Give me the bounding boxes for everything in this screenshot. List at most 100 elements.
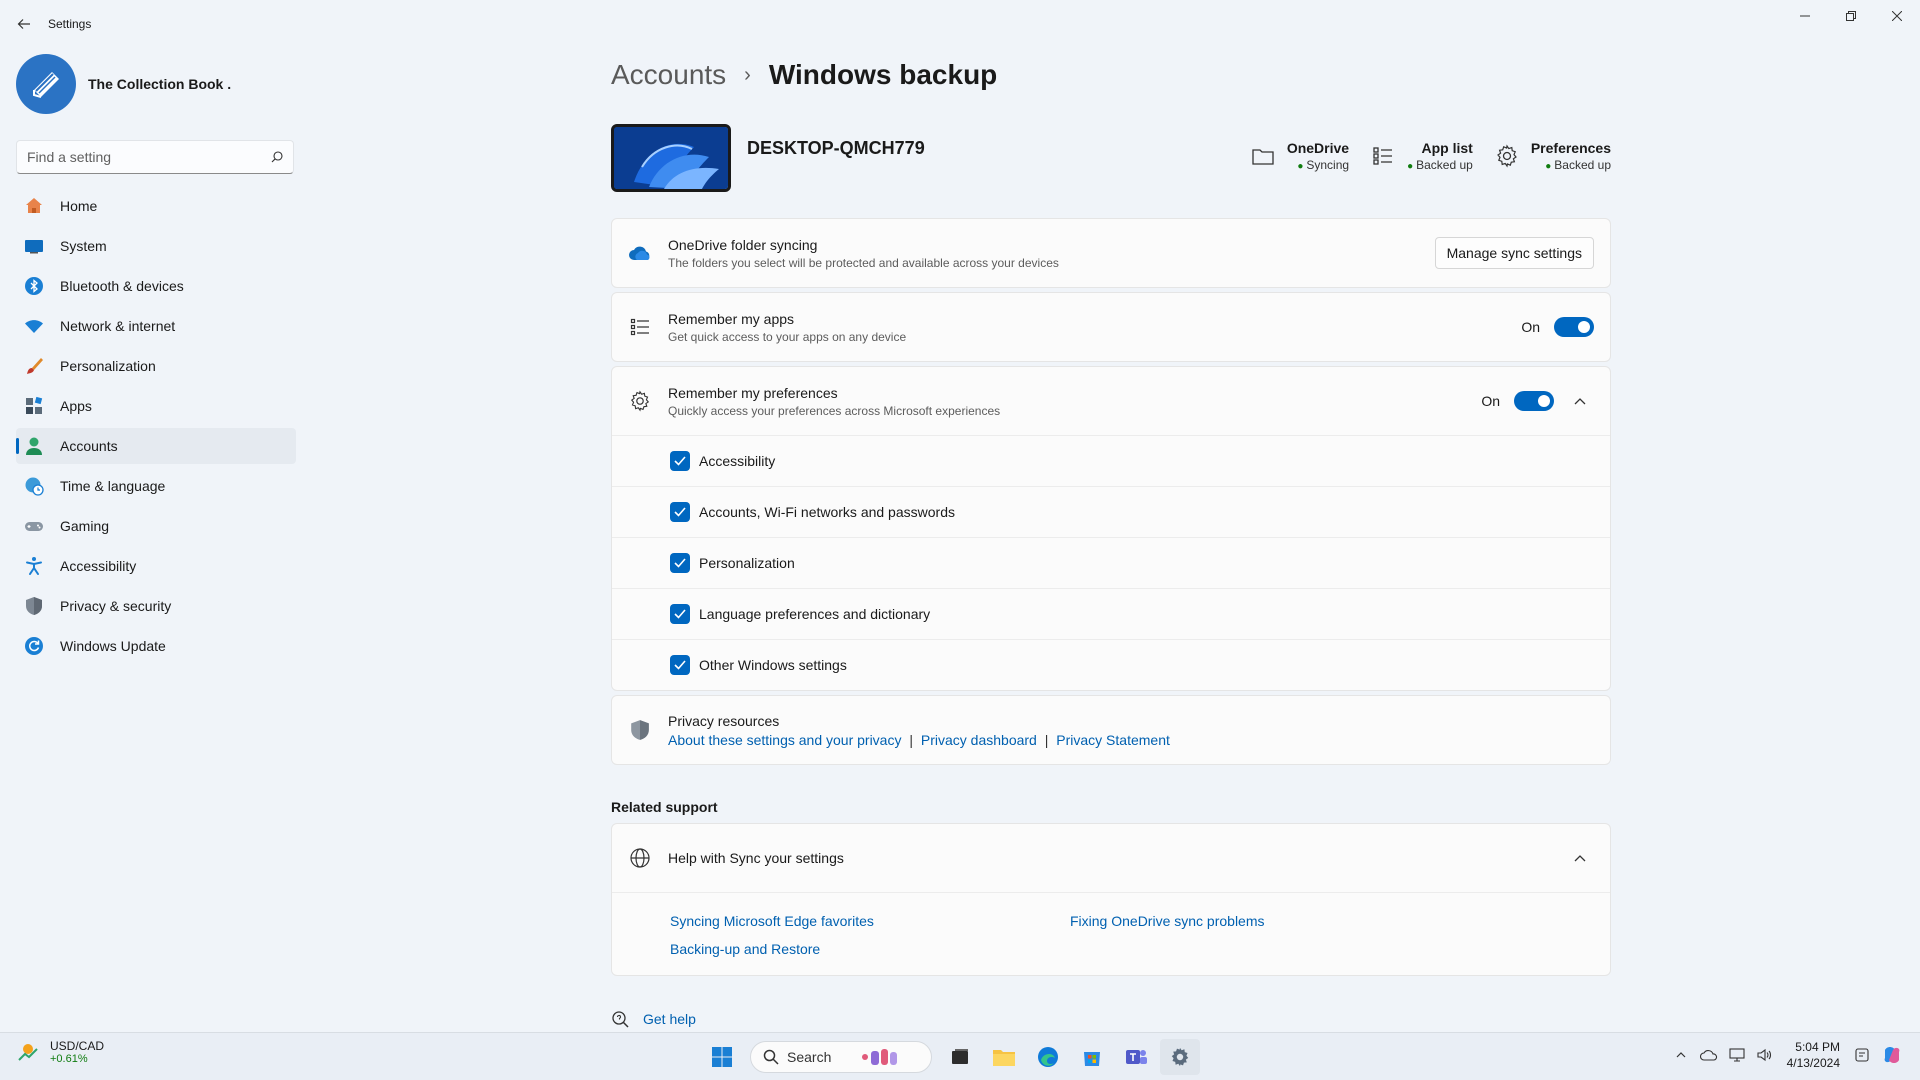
privacy-dashboard-link[interactable]: Privacy dashboard (921, 732, 1037, 748)
search-input[interactable] (27, 149, 271, 165)
clock[interactable]: 5:04 PM 4/13/2024 (1787, 1039, 1840, 1071)
system-tray: 5:04 PM 4/13/2024 (1667, 1037, 1908, 1073)
sidebar-item-accounts[interactable]: Accounts (16, 428, 296, 464)
update-icon (24, 636, 44, 656)
collapse-chevron-up-icon[interactable] (1566, 387, 1594, 415)
help-link-edge-favorites[interactable]: Syncing Microsoft Edge favorites (670, 913, 1070, 929)
remember-preferences-card: Remember my preferences Quickly access y… (611, 366, 1611, 691)
home-icon (24, 196, 44, 216)
store-icon (1084, 1052, 1100, 1066)
remember-apps-card: Remember my apps Get quick access to you… (611, 292, 1611, 362)
tray-copilot-icon[interactable] (1878, 1037, 1906, 1073)
help-link-onedrive-problems[interactable]: Fixing OneDrive sync problems (1070, 913, 1470, 929)
taskbar-search-label: Search (787, 1049, 832, 1065)
sidebar-item-network[interactable]: Network & internet (16, 308, 296, 344)
manage-sync-settings-button[interactable]: Manage sync settings (1434, 237, 1594, 269)
accounts-icon (24, 436, 44, 456)
pref-option-personalization: Personalization (612, 537, 1610, 588)
clock-time: 5:04 PM (1795, 1040, 1840, 1054)
get-help-link[interactable]: Get help (643, 1011, 696, 1027)
start-button[interactable] (702, 1039, 742, 1075)
sidebar-item-label: Accounts (60, 438, 118, 454)
toggle-state-label: On (1481, 393, 1500, 409)
sidebar-item-system[interactable]: System (16, 228, 296, 264)
status-app-list: App list ● Backed up (1371, 140, 1473, 172)
checkbox[interactable] (670, 502, 690, 522)
book-logo-icon (33, 72, 59, 98)
checkbox[interactable] (670, 451, 690, 471)
sidebar-item-apps[interactable]: Apps (16, 388, 296, 424)
pref-option-other-windows: Other Windows settings (612, 639, 1610, 690)
help-link-backup-restore[interactable]: Backing-up and Restore (670, 941, 1070, 957)
taskbar-app-file-explorer[interactable] (984, 1039, 1024, 1075)
sidebar-item-personalization[interactable]: Personalization (16, 348, 296, 384)
taskbar-widget[interactable]: USD/CAD +0.61% (16, 1039, 104, 1065)
sidebar-item-gaming[interactable]: Gaming (16, 508, 296, 544)
profile[interactable]: The Collection Book . (0, 48, 300, 120)
sidebar-item-bluetooth[interactable]: Bluetooth & devices (16, 268, 296, 304)
sidebar-item-label: System (60, 238, 107, 254)
checkmark-icon (674, 456, 686, 466)
row-actions: Manage sync settings (1434, 237, 1594, 269)
option-label: Accounts, Wi-Fi networks and passwords (699, 504, 955, 520)
checkbox[interactable] (670, 553, 690, 573)
breadcrumb-chevron-icon: › (744, 63, 751, 86)
tray-overflow-chevron-icon[interactable] (1669, 1037, 1693, 1073)
privacy-links: About these settings and your privacy | … (668, 732, 1170, 748)
close-button[interactable] (1874, 0, 1920, 32)
minimize-button[interactable] (1782, 0, 1828, 32)
sidebar-item-privacy[interactable]: Privacy & security (16, 588, 296, 624)
wallpaper-bloom-icon (614, 127, 728, 189)
checkbox[interactable] (670, 604, 690, 624)
related-support-card: Help with Sync your settings Syncing Mic… (611, 823, 1611, 976)
remember-apps-toggle[interactable] (1554, 317, 1594, 337)
onedrive-card: OneDrive folder syncing The folders you … (611, 218, 1611, 288)
taskbar-app-taskview[interactable] (940, 1039, 980, 1075)
taskbar-app-teams[interactable] (1116, 1039, 1156, 1075)
help-sync-row[interactable]: Help with Sync your settings (612, 824, 1610, 892)
status-text: Backed up (1554, 158, 1611, 172)
checkbox[interactable] (670, 655, 690, 675)
taskbar-app-store[interactable] (1072, 1039, 1112, 1075)
gear-icon (628, 389, 652, 413)
row-title: Remember my apps (668, 310, 795, 327)
restore-button[interactable] (1828, 0, 1874, 32)
tray-display-icon[interactable] (1725, 1037, 1749, 1073)
search-box[interactable] (16, 140, 294, 174)
tray-volume-icon[interactable] (1753, 1037, 1777, 1073)
tray-onedrive-icon[interactable] (1697, 1037, 1721, 1073)
row-actions (1554, 844, 1594, 872)
sidebar-item-accessibility[interactable]: Accessibility (16, 548, 296, 584)
sidebar-item-time-language[interactable]: Time & language (16, 468, 296, 504)
collapse-chevron-up-icon[interactable] (1566, 844, 1594, 872)
search-icon (763, 1049, 779, 1065)
breadcrumb-parent[interactable]: Accounts (611, 59, 726, 91)
taskbar-search[interactable]: Search (750, 1041, 932, 1073)
remember-preferences-toggle[interactable] (1514, 391, 1554, 411)
privacy-statement-link[interactable]: Privacy Statement (1056, 732, 1170, 748)
apps-icon (24, 396, 44, 416)
search-icon (271, 151, 283, 163)
privacy-about-link[interactable]: About these settings and your privacy (668, 732, 901, 748)
wifi-icon (24, 316, 44, 336)
taskbar-app-settings[interactable] (1160, 1039, 1200, 1075)
list-icon (628, 315, 652, 339)
back-button[interactable] (0, 0, 48, 48)
sidebar-item-home[interactable]: Home (16, 188, 296, 224)
settings-gear-icon (1171, 1047, 1189, 1067)
file-explorer-icon (993, 1050, 1015, 1066)
currency-chart-icon (18, 1044, 38, 1061)
remember-preferences-row: Remember my preferences Quickly access y… (612, 367, 1610, 435)
app-title: Settings (48, 17, 92, 31)
pref-option-language: Language preferences and dictionary (612, 588, 1610, 639)
taskbar-app-edge[interactable] (1028, 1039, 1068, 1075)
sidebar-item-label: Personalization (60, 358, 156, 374)
shield-icon (628, 718, 652, 742)
sidebar-item-windows-update[interactable]: Windows Update (16, 628, 296, 664)
row-title: Help with Sync your settings (668, 850, 844, 866)
tray-notification-icon[interactable] (1850, 1037, 1874, 1073)
get-help[interactable]: Get help (611, 1010, 1611, 1028)
main-content: Accounts › Windows backup DESKTOP-QMCH77… (611, 48, 1611, 1028)
ticker-name: USD/CAD (50, 1039, 105, 1053)
option-label: Accessibility (699, 453, 776, 469)
